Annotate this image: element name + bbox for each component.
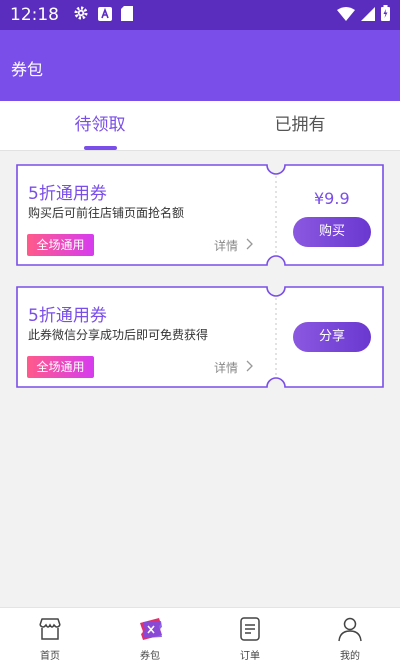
wifi-icon — [337, 6, 355, 25]
tab-owned[interactable]: 已拥有 — [200, 101, 400, 151]
status-bar: 12:18 — [0, 0, 400, 30]
nav-item-home[interactable]: 首页 — [0, 608, 100, 667]
order-list-icon — [237, 616, 263, 642]
coupon-title: 5折通用券 — [28, 184, 107, 204]
user-profile-icon — [337, 616, 363, 642]
chevron-right-icon — [246, 238, 253, 253]
coupon-title: 5折通用券 — [28, 306, 107, 326]
chevron-right-icon — [246, 360, 253, 375]
share-button[interactable]: 分享 — [293, 322, 371, 352]
nav-item-coupons[interactable]: 券包 — [100, 608, 200, 667]
coupon-description: 购买后可前往店铺页面抢名额 — [28, 206, 185, 220]
coupon-card: 5折通用券 此券微信分享成功后即可免费获得 全场通用 详情 分享 — [16, 286, 384, 388]
nav-label-coupons: 券包 — [140, 651, 160, 662]
coupon-detail-link[interactable]: 详情 — [214, 359, 253, 376]
nav-label-orders: 订单 — [240, 651, 260, 662]
coupon-ticket-icon — [137, 616, 163, 642]
home-shop-icon — [37, 616, 63, 642]
app-bar: 券包 — [0, 30, 400, 101]
font-a-icon — [98, 6, 112, 25]
buy-button[interactable]: 购买 — [293, 217, 371, 247]
nav-label-profile: 我的 — [340, 651, 360, 662]
tab-indicator — [84, 146, 117, 150]
coupon-description: 此券微信分享成功后即可免费获得 — [28, 328, 209, 342]
status-time: 12:18 — [10, 5, 59, 25]
coupon-detail-link[interactable]: 详情 — [214, 237, 253, 254]
nav-item-profile[interactable]: 我的 — [300, 608, 400, 667]
coupon-scope-badge: 全场通用 — [27, 356, 94, 378]
tab-pending[interactable]: 待领取 — [0, 101, 200, 151]
coupon-scope-badge: 全场通用 — [27, 234, 94, 256]
signal-icon — [361, 6, 375, 25]
tab-bar: 待领取 已拥有 — [0, 101, 400, 151]
coupon-detail-label: 详情 — [214, 361, 239, 375]
nav-label-home: 首页 — [40, 651, 60, 662]
battery-icon — [381, 5, 390, 25]
coupon-card: 5折通用券 购买后可前往店铺页面抢名额 全场通用 详情 ¥9.9 购买 — [16, 164, 384, 266]
settings-gear-icon — [73, 5, 89, 25]
sd-card-icon — [121, 5, 133, 25]
coupon-price: ¥9.9 — [314, 189, 350, 208]
bottom-nav: 首页 券包 订单 我的 — [0, 607, 400, 667]
nav-item-orders[interactable]: 订单 — [200, 608, 300, 667]
coupon-detail-label: 详情 — [214, 239, 239, 253]
page-title: 券包 — [11, 60, 44, 79]
